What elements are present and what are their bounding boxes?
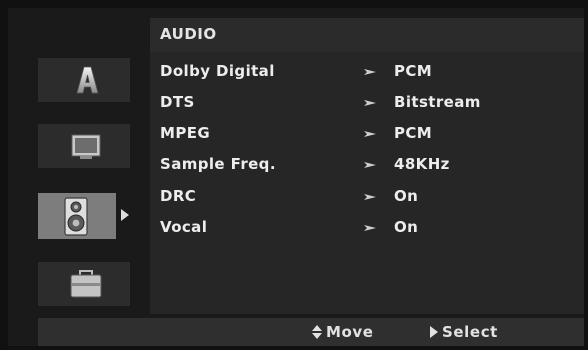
setting-label: DTS xyxy=(160,93,195,111)
setting-row-dolby-digital[interactable]: Dolby Digital PCM xyxy=(158,60,578,84)
pointer-arrow-icon xyxy=(364,100,376,106)
up-down-arrows-icon xyxy=(312,325,322,339)
setting-value: PCM xyxy=(394,124,433,142)
setting-label: Sample Freq. xyxy=(160,155,276,173)
setting-value: On xyxy=(394,218,419,236)
pointer-arrow-icon xyxy=(364,69,376,75)
pointer-arrow-icon xyxy=(364,162,376,168)
tv-display-icon xyxy=(71,134,101,159)
active-tab-pointer-icon xyxy=(121,209,129,221)
footer-hint-bar: Move Select xyxy=(38,318,584,346)
sidebar-tab-language[interactable] xyxy=(38,58,130,102)
move-hint: Move xyxy=(312,323,374,341)
speaker-icon xyxy=(64,197,88,236)
setting-row-vocal[interactable]: Vocal On xyxy=(158,216,578,240)
pointer-arrow-icon xyxy=(364,225,376,231)
language-a-icon xyxy=(76,66,99,94)
setting-label: Vocal xyxy=(160,218,208,236)
move-hint-label: Move xyxy=(326,323,374,341)
pointer-arrow-icon xyxy=(364,194,376,200)
select-hint: Select xyxy=(430,323,498,341)
menu-header: AUDIO xyxy=(150,18,584,52)
setting-row-drc[interactable]: DRC On xyxy=(158,185,578,209)
setting-row-sample-freq[interactable]: Sample Freq. 48KHz xyxy=(158,153,578,177)
setting-label: MPEG xyxy=(160,124,211,142)
setting-value: Bitstream xyxy=(394,93,481,111)
setting-label: DRC xyxy=(160,187,197,205)
setting-value: 48KHz xyxy=(394,155,450,173)
setting-value: On xyxy=(394,187,419,205)
briefcase-icon xyxy=(70,270,102,298)
select-hint-label: Select xyxy=(442,323,498,341)
setting-row-dts[interactable]: DTS Bitstream xyxy=(158,91,578,115)
setting-value: PCM xyxy=(394,62,433,80)
sidebar-tab-audio[interactable] xyxy=(38,193,116,239)
setting-label: Dolby Digital xyxy=(160,62,275,80)
sidebar-tab-display[interactable] xyxy=(38,124,130,168)
sidebar-tab-lock[interactable] xyxy=(38,262,130,306)
page-title: AUDIO xyxy=(160,25,217,43)
right-arrow-icon xyxy=(430,326,438,338)
setting-row-mpeg[interactable]: MPEG PCM xyxy=(158,122,578,146)
pointer-arrow-icon xyxy=(364,131,376,137)
